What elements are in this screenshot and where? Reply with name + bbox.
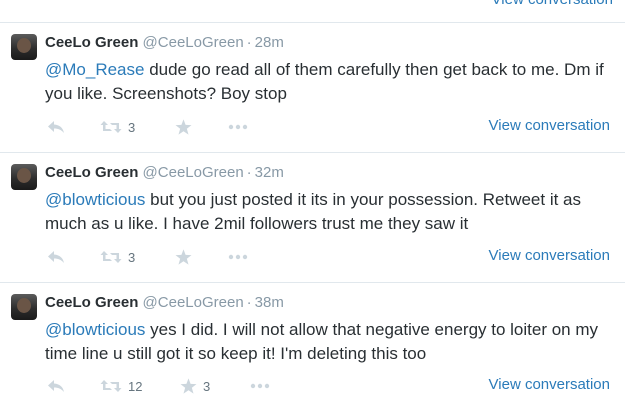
reply-icon [48, 380, 64, 392]
favorite-button[interactable]: 3 [180, 376, 210, 396]
tweet-header: CeeLo Green @CeeLoGreen · 32m [45, 164, 284, 181]
mention-link[interactable]: @blowticious [45, 320, 145, 339]
user-handle[interactable]: @CeeLoGreen [143, 164, 244, 181]
tweet[interactable]: CeeLo Green @CeeLoGreen · 38m @blowticious… [0, 283, 625, 404]
retweet-button[interactable]: 12 [100, 376, 142, 396]
user-handle[interactable]: @CeeLoGreen [143, 34, 244, 51]
mention-link[interactable]: @blowticious [45, 190, 145, 209]
star-icon [180, 378, 197, 394]
tweet-text: @Mo_Rease dude go read all of them caref… [45, 58, 620, 106]
favorite-button[interactable] [175, 117, 198, 137]
retweet-icon [100, 380, 122, 392]
timestamp[interactable]: 38m [255, 294, 284, 311]
more-icon[interactable]: ••• [220, 0, 240, 8]
separator: · [246, 34, 252, 51]
mention-link[interactable]: @Mo_Rease [45, 60, 144, 79]
view-conversation-link[interactable]: View conversation [489, 376, 610, 393]
favorite-button[interactable] [175, 247, 198, 267]
retweet-button[interactable]: 3 [100, 247, 135, 267]
retweet-count: 3 [128, 119, 136, 135]
tweet[interactable]: CeeLo Green @CeeLoGreen · 28m @Mo_Rease du… [0, 23, 625, 153]
tweet[interactable]: CeeLo Green @CeeLoGreen · 32m @blowticious… [0, 153, 625, 283]
star-icon [175, 119, 192, 135]
tweet-text: @blowticious yes I did. I will not allow… [45, 318, 620, 366]
user-name[interactable]: CeeLo Green [45, 164, 138, 181]
separator: · [246, 294, 252, 311]
view-conversation-link[interactable]: View conversation [489, 247, 610, 264]
tweet-text: @blowticious but you just posted it its … [45, 188, 620, 236]
user-name[interactable]: CeeLo Green [45, 294, 138, 311]
more-button[interactable] [228, 247, 248, 267]
timestamp[interactable]: 28m [255, 34, 284, 51]
more-button[interactable] [228, 117, 248, 137]
retweet-count: 12 [128, 378, 143, 394]
retweet-icon [100, 121, 122, 133]
avatar[interactable] [11, 34, 37, 60]
avatar[interactable] [11, 164, 37, 190]
reply-button[interactable] [47, 247, 65, 267]
reply-button[interactable] [47, 376, 65, 396]
reply-button[interactable] [47, 117, 65, 137]
tweet-header: CeeLo Green @CeeLoGreen · 38m [45, 294, 284, 311]
separator: · [246, 164, 252, 181]
previous-tweet-fragment: ••• View conversation [0, 0, 625, 23]
more-button[interactable] [250, 376, 270, 396]
view-conversation-link[interactable]: View conversation [492, 0, 613, 8]
reply-icon [48, 251, 64, 263]
tweet-actions: 3 View conversation [45, 117, 620, 137]
user-name[interactable]: CeeLo Green [45, 34, 138, 51]
avatar[interactable] [11, 294, 37, 320]
more-icon [228, 124, 248, 130]
tweet-actions: 12 3 View conversation [45, 376, 620, 396]
tweet-header: CeeLo Green @CeeLoGreen · 28m [45, 34, 284, 51]
retweet-count: 3 [128, 249, 136, 265]
retweet-icon [100, 251, 122, 263]
star-icon [175, 249, 192, 265]
view-conversation-link[interactable]: View conversation [489, 117, 610, 134]
user-handle[interactable]: @CeeLoGreen [143, 294, 244, 311]
more-icon [250, 383, 270, 389]
timestamp[interactable]: 32m [255, 164, 284, 181]
favorite-count: 3 [203, 378, 211, 394]
reply-icon [48, 121, 64, 133]
retweet-button[interactable]: 3 [100, 117, 135, 137]
tweet-actions: 3 View conversation [45, 247, 620, 267]
more-icon [228, 254, 248, 260]
